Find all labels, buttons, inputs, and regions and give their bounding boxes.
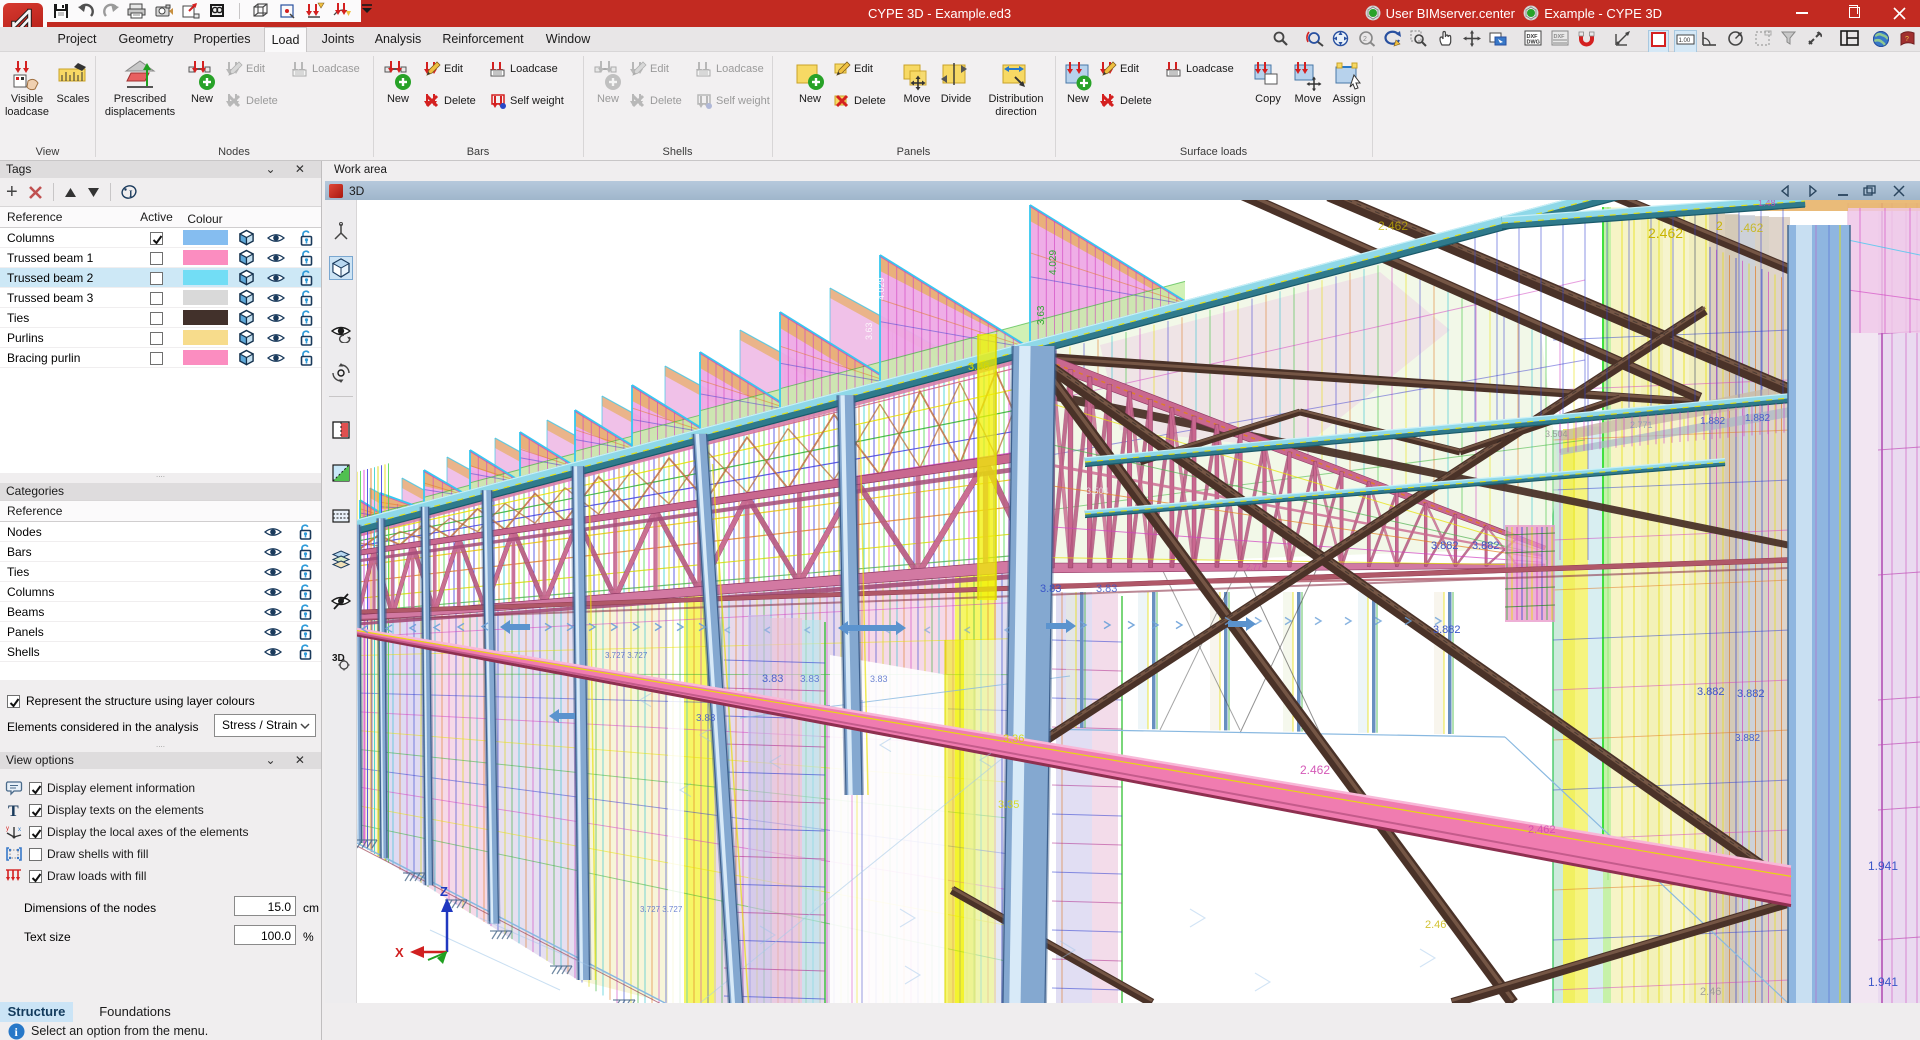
svg-text:1.941: 1.941 <box>1868 975 1898 989</box>
svg-text:3.504: 3.504 <box>1545 429 1568 439</box>
svg-text:3.882: 3.882 <box>1472 540 1500 552</box>
svg-text:3.83: 3.83 <box>1096 583 1117 595</box>
svg-text:T: T <box>8 803 19 818</box>
svg-text:?: ? <box>1905 36 1909 43</box>
svg-text:3.63: 3.63 <box>864 322 874 340</box>
svg-text:1.882: 1.882 <box>1700 416 1725 427</box>
svg-text:2.46: 2.46 <box>1425 919 1446 931</box>
svg-text:2.771: 2.771 <box>1630 420 1653 430</box>
svg-text:2: 2 <box>1716 219 1723 233</box>
svg-text:2.462: 2.462 <box>1378 219 1408 233</box>
svg-text:y: y <box>6 826 9 832</box>
svg-text:3.83: 3.83 <box>870 674 888 684</box>
svg-text:1.941: 1.941 <box>1868 859 1898 873</box>
svg-text:3.36: 3.36 <box>1003 733 1024 745</box>
svg-text:3.882: 3.882 <box>1431 540 1459 552</box>
svg-text:3.727 3.727: 3.727 3.727 <box>605 651 648 660</box>
svg-text:2.77: 2.77 <box>1246 563 1262 572</box>
svg-text:Z: Z <box>440 884 448 899</box>
svg-text:.462: .462 <box>1740 221 1764 235</box>
svg-text:2.462: 2.462 <box>1648 225 1683 241</box>
svg-text:2.462: 2.462 <box>1528 824 1556 836</box>
svg-text:1.882: 1.882 <box>1745 413 1770 424</box>
svg-text:DXF: DXF <box>1554 34 1566 40</box>
svg-text:3.35: 3.35 <box>998 799 1019 811</box>
svg-text:3.83: 3.83 <box>762 673 783 685</box>
svg-text:2.462: 2.462 <box>1300 763 1330 777</box>
svg-text:3.83: 3.83 <box>800 674 820 685</box>
svg-text:DWG: DWG <box>1527 40 1540 46</box>
svg-text:3.36: 3.36 <box>968 361 989 373</box>
svg-text:3.882: 3.882 <box>1433 624 1461 636</box>
svg-text:3.882: 3.882 <box>1697 686 1725 698</box>
svg-text:1.48: 1.48 <box>1758 200 1776 208</box>
svg-text:3.882: 3.882 <box>1735 733 1760 744</box>
svg-text:3.504: 3.504 <box>1086 486 1109 496</box>
svg-text:3.83: 3.83 <box>696 713 716 724</box>
svg-text:X: X <box>395 945 404 960</box>
svg-text:2.46: 2.46 <box>1700 986 1721 998</box>
svg-text:4.029: 4.029 <box>1048 250 1059 275</box>
svg-text:3D: 3D <box>332 653 345 664</box>
svg-text:x: x <box>18 827 21 833</box>
svg-text:2: 2 <box>1363 36 1367 43</box>
svg-text:4.029: 4.029 <box>876 277 886 300</box>
svg-text:3.63: 3.63 <box>1036 305 1047 325</box>
svg-text:1.00: 1.00 <box>1679 38 1691 44</box>
svg-text:3.83: 3.83 <box>1040 583 1061 595</box>
svg-text:3.727 3.727: 3.727 3.727 <box>640 905 683 914</box>
svg-text:I: I <box>129 189 133 199</box>
svg-text:3.882: 3.882 <box>1737 688 1765 700</box>
